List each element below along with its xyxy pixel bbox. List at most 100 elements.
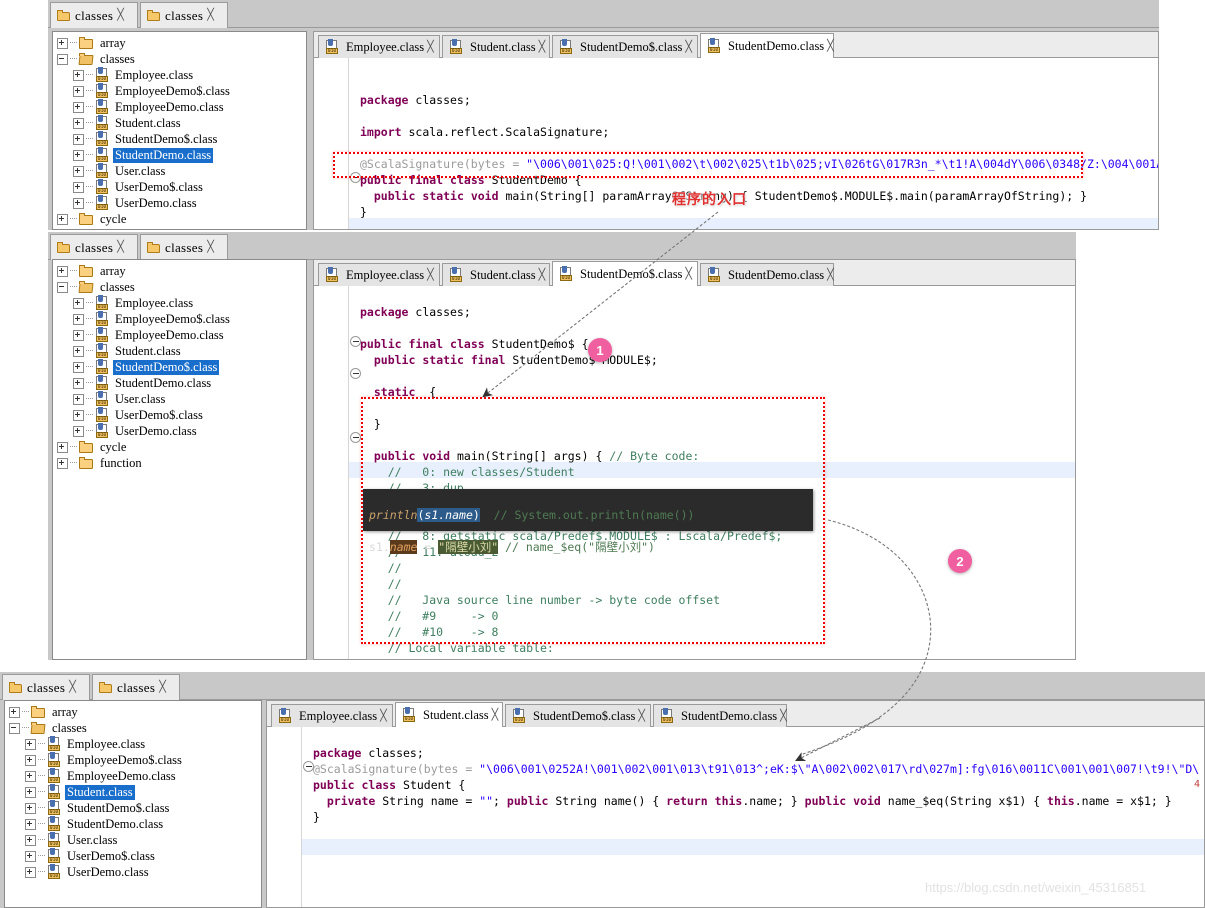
expand-icon[interactable] [57, 265, 68, 277]
editor-tab-employee-class[interactable]: Employee.class╳ [318, 263, 440, 286]
expand-icon[interactable] [73, 85, 84, 97]
tree-item[interactable]: StudentDemo$.class [9, 800, 261, 816]
close-icon[interactable]: ╳ [207, 242, 214, 253]
expand-icon[interactable] [73, 297, 84, 309]
expand-icon[interactable] [73, 133, 84, 145]
expand-icon[interactable] [25, 818, 36, 830]
tree-item[interactable]: array [57, 35, 306, 51]
window-tab-classes-1[interactable]: classes ╳ [50, 2, 138, 28]
window-tab-classes-1-mid[interactable]: classes ╳ [50, 234, 138, 260]
tree-item[interactable]: UserDemo$.class [57, 179, 306, 195]
expand-icon[interactable] [73, 409, 84, 421]
window-tab-classes-1-bot[interactable]: classes ╳ [2, 674, 90, 700]
tree-item[interactable]: Employee.class [57, 67, 306, 83]
expand-icon[interactable] [73, 313, 84, 325]
tree-item[interactable]: classes [57, 51, 306, 67]
tree-item[interactable]: UserDemo.class [57, 195, 306, 211]
close-icon[interactable]: ╳ [380, 710, 387, 722]
tree-item[interactable]: array [9, 704, 261, 720]
close-icon[interactable]: ╳ [159, 682, 166, 693]
tree-item[interactable]: StudentDemo.class [57, 147, 306, 163]
tree-item[interactable]: User.class [57, 163, 306, 179]
editor-code-mid[interactable]: package classes; public final class Stude… [314, 286, 1075, 659]
editor-tab-studentdemo--class[interactable]: StudentDemo$.class╳ [505, 704, 651, 727]
tree-item[interactable]: Employee.class [57, 295, 306, 311]
tree-item[interactable]: cycle [57, 439, 306, 455]
project-tree-mid[interactable]: arrayclassesEmployee.classEmployeeDemo$.… [52, 259, 307, 660]
editor-tab-studentdemo-class[interactable]: StudentDemo.class╳ [653, 704, 787, 727]
close-icon[interactable]: ╳ [780, 710, 787, 722]
project-tree-bot[interactable]: arrayclassesEmployee.classEmployeeDemo$.… [4, 700, 262, 908]
tree-item[interactable]: classes [57, 279, 306, 295]
expand-icon[interactable] [73, 377, 84, 389]
expand-icon[interactable] [25, 770, 36, 782]
fold-toggle-icon[interactable] [350, 368, 361, 379]
tree-item[interactable]: User.class [57, 391, 306, 407]
close-icon[interactable]: ╳ [685, 41, 692, 53]
expand-icon[interactable] [73, 165, 84, 177]
tree-item[interactable]: array [57, 263, 306, 279]
tree-item[interactable]: UserDemo$.class [9, 848, 261, 864]
tree-item[interactable]: Student.class [57, 115, 306, 131]
expand-icon[interactable] [73, 361, 84, 373]
collapse-icon[interactable] [9, 722, 20, 734]
fold-toggle-icon[interactable] [350, 432, 361, 443]
editor-tab-student-class[interactable]: Student.class╳ [442, 263, 550, 286]
expand-icon[interactable] [73, 149, 84, 161]
editor-tab-studentdemo--class[interactable]: StudentDemo$.class╳ [552, 35, 698, 58]
collapse-icon[interactable] [57, 281, 68, 293]
close-icon[interactable]: ╳ [539, 41, 546, 53]
expand-icon[interactable] [73, 345, 84, 357]
close-icon[interactable]: ╳ [427, 41, 434, 53]
tree-item[interactable]: cycle [57, 211, 306, 227]
expand-icon[interactable] [9, 706, 20, 718]
expand-icon[interactable] [57, 230, 68, 231]
window-tab-classes-2-bot[interactable]: classes ╳ [92, 674, 180, 700]
window-tab-classes-2[interactable]: classes ╳ [140, 2, 228, 28]
close-icon[interactable]: ╳ [685, 268, 692, 280]
tree-item[interactable]: EmployeeDemo$.class [57, 311, 306, 327]
close-icon[interactable]: ╳ [638, 710, 645, 722]
tree-item[interactable]: function [57, 455, 306, 471]
tree-item[interactable]: Employee.class [9, 736, 261, 752]
editor-tab-studentdemo-class[interactable]: StudentDemo.class╳ [700, 263, 834, 286]
expand-icon[interactable] [57, 37, 68, 49]
editor-tab-employee-class[interactable]: Employee.class╳ [271, 704, 393, 727]
close-icon[interactable]: ╳ [492, 709, 499, 721]
expand-icon[interactable] [73, 181, 84, 193]
tree-item[interactable]: StudentDemo.class [57, 375, 306, 391]
close-icon[interactable]: ╳ [117, 242, 124, 253]
tree-item[interactable]: function [57, 227, 306, 230]
tree-item[interactable]: EmployeeDemo.class [9, 768, 261, 784]
tree-item[interactable]: StudentDemo.class [9, 816, 261, 832]
close-icon[interactable]: ╳ [827, 40, 834, 52]
editor-tab-employee-class[interactable]: Employee.class╳ [318, 35, 440, 58]
window-tab-classes-2-mid[interactable]: classes ╳ [140, 234, 228, 260]
expand-icon[interactable] [25, 850, 36, 862]
tree-item[interactable]: UserDemo.class [57, 423, 306, 439]
expand-icon[interactable] [25, 834, 36, 846]
close-icon[interactable]: ╳ [207, 10, 214, 21]
editor-tab-student-class[interactable]: Student.class╳ [442, 35, 550, 58]
expand-icon[interactable] [57, 441, 68, 453]
tree-item[interactable]: classes [9, 720, 261, 736]
tree-item[interactable]: EmployeeDemo.class [57, 327, 306, 343]
tree-item[interactable]: StudentDemo$.class [57, 131, 306, 147]
expand-icon[interactable] [73, 101, 84, 113]
editor-tab-student-class[interactable]: Student.class╳ [395, 702, 503, 727]
close-icon[interactable]: ╳ [69, 682, 76, 693]
tree-item[interactable]: Student.class [9, 784, 261, 800]
editor-tab-studentdemo-class[interactable]: StudentDemo.class╳ [700, 33, 834, 58]
tree-item[interactable]: User.class [9, 832, 261, 848]
expand-icon[interactable] [73, 393, 84, 405]
expand-icon[interactable] [25, 866, 36, 878]
tree-item[interactable]: EmployeeDemo$.class [9, 752, 261, 768]
tree-item[interactable]: UserDemo.class [9, 864, 261, 880]
collapse-icon[interactable] [57, 53, 68, 65]
expand-icon[interactable] [25, 802, 36, 814]
tree-item[interactable]: EmployeeDemo$.class [57, 83, 306, 99]
expand-icon[interactable] [57, 457, 68, 469]
tree-item[interactable]: StudentDemo$.class [57, 359, 306, 375]
expand-icon[interactable] [73, 425, 84, 437]
close-icon[interactable]: ╳ [117, 10, 124, 21]
